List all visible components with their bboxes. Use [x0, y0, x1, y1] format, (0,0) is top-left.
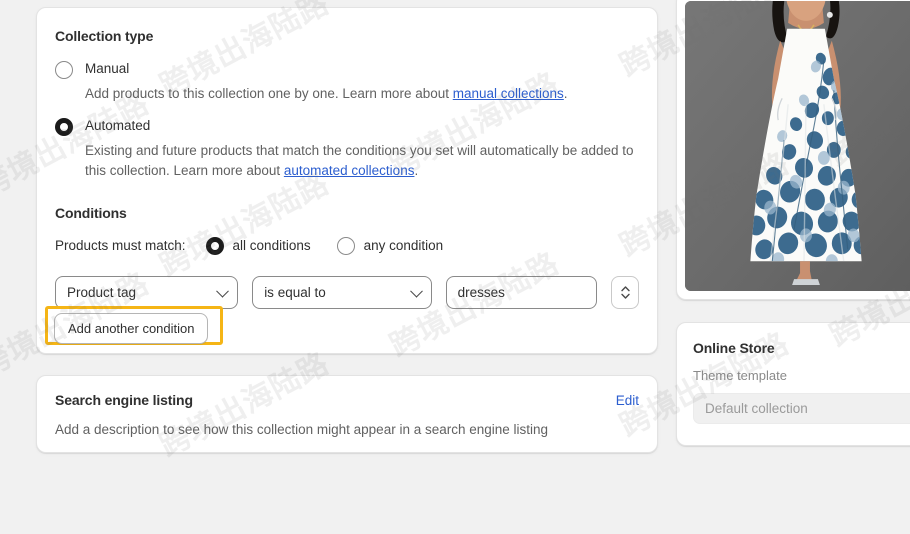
condition-value-input[interactable]: dresses — [445, 276, 598, 309]
radio-any-condition-label: any condition — [363, 238, 444, 253]
product-image[interactable] — [685, 1, 910, 291]
automated-desc-period: . — [414, 163, 419, 178]
product-image-card — [676, 0, 910, 300]
seo-description: Add a description to see how this collec… — [55, 422, 549, 437]
condition-field-select[interactable]: Product tag — [55, 276, 239, 309]
add-another-condition-button[interactable]: Add another condition — [54, 313, 209, 344]
page-root: Collection type Manual Add products to t… — [0, 0, 910, 534]
online-store-card: Online Store Theme template Default coll… — [676, 322, 910, 446]
seo-header: Search engine listing Edit — [55, 392, 639, 408]
condition-operator-value: is equal to — [264, 285, 326, 300]
condition-reorder-handle[interactable] — [611, 276, 639, 309]
theme-template-select[interactable]: Default collection — [693, 393, 910, 424]
collection-type-title: Collection type — [55, 28, 154, 44]
condition-field-value: Product tag — [67, 285, 137, 300]
automated-description: Existing and future products that match … — [85, 141, 639, 181]
radio-automated-label: Automated — [85, 118, 151, 133]
chevron-down-icon — [409, 284, 423, 298]
search-engine-listing-card: Search engine listing Edit Add a descrip… — [36, 375, 658, 453]
radio-any-condition-icon[interactable] — [336, 237, 355, 255]
seo-edit-button[interactable]: Edit — [616, 393, 639, 408]
manual-collections-link[interactable]: manual collections — [453, 86, 564, 101]
online-store-title: Online Store — [693, 340, 775, 356]
manual-desc-period: . — [563, 86, 568, 101]
radio-automated-icon[interactable] — [55, 118, 73, 136]
theme-template-value: Default collection — [705, 401, 808, 416]
manual-description: Add products to this collection one by o… — [85, 84, 639, 104]
conditions-title: Conditions — [55, 205, 127, 221]
chevron-down-icon — [216, 284, 230, 298]
radio-manual-icon[interactable] — [55, 61, 73, 79]
radio-manual-label: Manual — [85, 61, 130, 76]
automated-collections-link[interactable]: automated collections — [284, 163, 415, 178]
seo-title: Search engine listing — [55, 392, 193, 408]
condition-value-text: dresses — [457, 285, 505, 300]
condition-operator-select[interactable]: is equal to — [252, 276, 432, 309]
products-must-match-row: Products must match: all conditions any … — [55, 236, 639, 255]
collection-type-card: Collection type Manual Add products to t… — [36, 7, 658, 354]
radio-all-conditions-label: all conditions — [232, 238, 311, 253]
theme-template-label: Theme template — [693, 368, 787, 383]
manual-desc-text: Add products to this collection one by o… — [85, 86, 453, 101]
radio-option-any-condition[interactable]: any condition — [336, 236, 444, 255]
radio-option-manual[interactable]: Manual — [55, 60, 639, 79]
condition-row: Product tag is equal to dresses — [55, 276, 639, 309]
radio-option-automated[interactable]: Automated — [55, 117, 639, 136]
up-down-chevron-icon — [620, 286, 630, 299]
radio-all-conditions-icon[interactable] — [205, 237, 224, 255]
product-photo-illustration — [685, 1, 910, 291]
products-must-match-label: Products must match: — [55, 238, 186, 253]
radio-option-all-conditions[interactable]: all conditions — [205, 236, 311, 255]
